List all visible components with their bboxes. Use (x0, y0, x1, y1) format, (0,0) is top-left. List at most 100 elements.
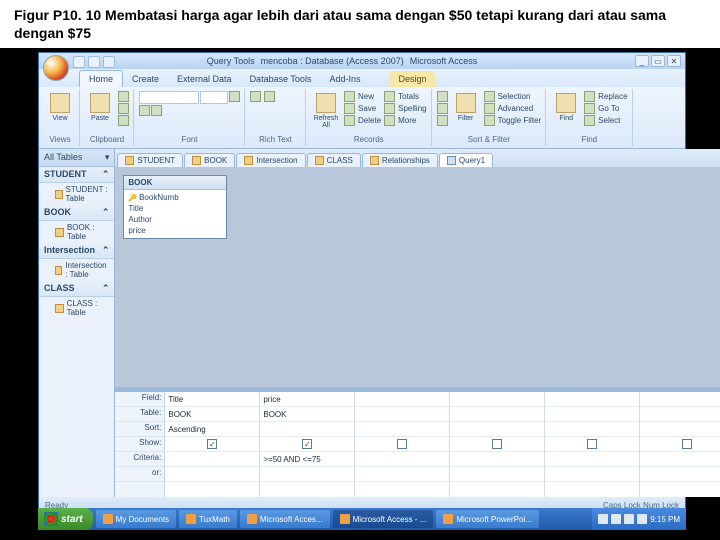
richtext-btn1[interactable] (250, 91, 261, 102)
bold-button[interactable] (229, 91, 240, 102)
select-button[interactable]: Select (584, 115, 627, 126)
tab-addins[interactable]: Add-Ins (320, 71, 369, 87)
richtext-btn2[interactable] (264, 91, 275, 102)
font-box[interactable] (139, 91, 199, 104)
qat-save-icon[interactable] (73, 56, 85, 68)
grid-cell[interactable] (640, 437, 720, 452)
table-box-book[interactable]: BOOK 🔑BookNumbTitleAuthorprice (123, 175, 227, 239)
grid-cell[interactable] (355, 437, 449, 452)
spelling-button[interactable]: Spelling (384, 103, 426, 114)
grid-cell[interactable] (640, 422, 720, 437)
close-button[interactable]: ✕ (667, 55, 681, 67)
tray-icon[interactable] (598, 514, 608, 524)
tab-external-data[interactable]: External Data (168, 71, 241, 87)
underline-button[interactable] (151, 105, 162, 116)
show-checkbox[interactable] (492, 439, 502, 449)
grid-cell[interactable]: >=50 AND <=75 (260, 452, 354, 467)
grid-cell[interactable] (640, 467, 720, 482)
grid-cell[interactable] (640, 407, 720, 422)
object-tab[interactable]: Relationships (362, 153, 438, 167)
save-button[interactable]: Save (344, 103, 381, 114)
object-tab[interactable]: STUDENT (117, 153, 183, 167)
query-upper-pane[interactable]: BOOK 🔑BookNumbTitleAuthorprice (115, 167, 720, 387)
qat-undo-icon[interactable] (88, 56, 100, 68)
start-button[interactable]: start (38, 508, 93, 530)
grid-cell[interactable] (545, 407, 639, 422)
taskbar-item[interactable]: Microsoft Access - ... (333, 510, 434, 528)
grid-cell[interactable] (450, 392, 544, 407)
nav-header[interactable]: All Tables▾ (39, 149, 114, 167)
view-button[interactable]: View (45, 91, 75, 135)
taskbar-item[interactable]: TuxMath (179, 510, 237, 528)
nav-item[interactable]: BOOK : Table (39, 221, 114, 243)
tab-design[interactable]: Design (389, 71, 435, 87)
grid-cell[interactable] (450, 437, 544, 452)
show-checkbox[interactable]: ✓ (207, 439, 217, 449)
selection-button[interactable]: Selection (484, 91, 542, 102)
tray-icon[interactable] (637, 514, 647, 524)
goto-button[interactable]: Go To (584, 103, 627, 114)
grid-cell[interactable] (355, 407, 449, 422)
tray-icon[interactable] (624, 514, 634, 524)
grid-cell[interactable] (355, 467, 449, 482)
tab-database-tools[interactable]: Database Tools (241, 71, 321, 87)
find-button[interactable]: Find (551, 91, 581, 135)
delete-button[interactable]: Delete (344, 115, 381, 126)
object-tab[interactable]: BOOK (184, 153, 235, 167)
grid-cell[interactable]: ✓ (260, 437, 354, 452)
grid-cell[interactable] (640, 392, 720, 407)
grid-cell[interactable] (545, 467, 639, 482)
tray-icon[interactable] (611, 514, 621, 524)
system-tray[interactable]: 9:15 PM (592, 508, 686, 530)
grid-cell[interactable] (165, 452, 259, 467)
nav-group-header[interactable]: Intersection⌃ (39, 243, 114, 259)
italic-button[interactable] (139, 105, 150, 116)
font-size[interactable] (200, 91, 228, 104)
grid-cell[interactable]: price (260, 392, 354, 407)
grid-cell[interactable] (355, 392, 449, 407)
taskbar-item[interactable]: Microsoft Acces... (240, 510, 330, 528)
object-tab[interactable]: Query1 (439, 153, 493, 167)
grid-cell[interactable] (545, 392, 639, 407)
maximize-button[interactable]: ▭ (651, 55, 665, 67)
desc-button[interactable] (437, 103, 448, 114)
grid-cell[interactable] (545, 422, 639, 437)
refresh-button[interactable]: Refresh All (311, 91, 341, 135)
taskbar-item[interactable]: My Documents (96, 510, 176, 528)
grid-cell[interactable] (450, 422, 544, 437)
grid-cell[interactable] (260, 467, 354, 482)
nav-group-header[interactable]: STUDENT⌃ (39, 167, 114, 183)
grid-cell[interactable] (545, 437, 639, 452)
nav-group-header[interactable]: BOOK⌃ (39, 205, 114, 221)
nav-item[interactable]: CLASS : Table (39, 297, 114, 319)
grid-cell[interactable] (355, 422, 449, 437)
more-button[interactable]: More (384, 115, 426, 126)
filter-button[interactable]: Filter (451, 91, 481, 135)
grid-cell[interactable] (545, 452, 639, 467)
object-tab[interactable]: Intersection (236, 153, 305, 167)
cut-button[interactable] (118, 91, 129, 102)
grid-cell[interactable]: Ascending (165, 422, 259, 437)
qat-redo-icon[interactable] (103, 56, 115, 68)
tab-create[interactable]: Create (123, 71, 168, 87)
asc-button[interactable] (437, 91, 448, 102)
show-checkbox[interactable] (682, 439, 692, 449)
new-button[interactable]: New (344, 91, 381, 102)
grid-cell[interactable] (355, 452, 449, 467)
object-tab[interactable]: CLASS (307, 153, 361, 167)
totals-button[interactable]: Totals (384, 91, 426, 102)
field-item[interactable]: price (128, 225, 222, 236)
field-item[interactable]: 🔑BookNumb (128, 192, 222, 203)
show-checkbox[interactable]: ✓ (302, 439, 312, 449)
paste-button[interactable]: Paste (85, 91, 115, 135)
advanced-button[interactable]: Advanced (484, 103, 542, 114)
tab-home[interactable]: Home (79, 70, 123, 87)
show-checkbox[interactable] (397, 439, 407, 449)
minimize-button[interactable]: _ (635, 55, 649, 67)
nav-group-header[interactable]: CLASS⌃ (39, 281, 114, 297)
grid-cell[interactable]: BOOK (165, 407, 259, 422)
format-painter-button[interactable] (118, 115, 129, 126)
nav-item[interactable]: STUDENT : Table (39, 183, 114, 205)
grid-cell[interactable]: ✓ (165, 437, 259, 452)
grid-cell[interactable] (260, 422, 354, 437)
